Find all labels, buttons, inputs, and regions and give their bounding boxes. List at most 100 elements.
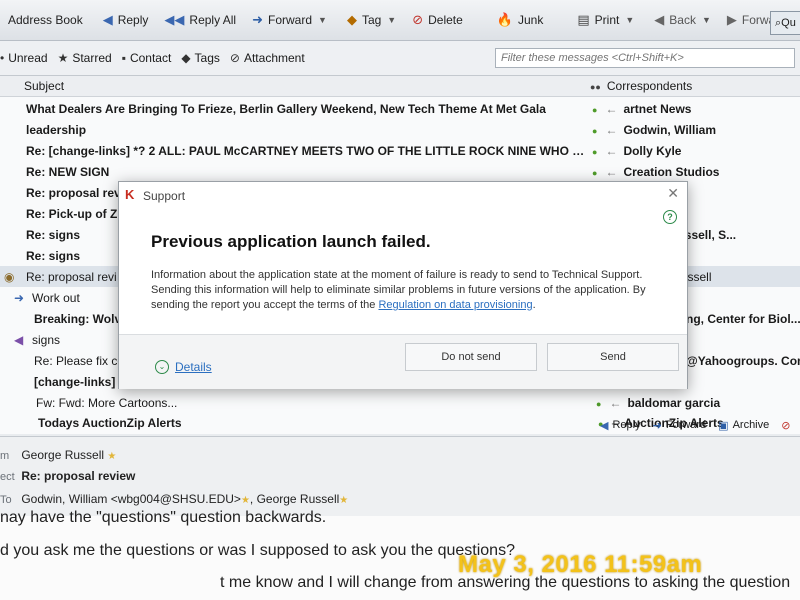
help-icon[interactable]: ? xyxy=(663,210,677,224)
table-row[interactable]: What Dealers Are Bringing To Frieze, Ber… xyxy=(0,98,800,119)
correspondents-column-header[interactable]: ●● Correspondents xyxy=(590,79,692,93)
recipient-1[interactable]: Godwin, William <wbg004@SHSU.EDU> xyxy=(21,492,241,506)
junk-icon: 🔥 xyxy=(496,12,513,27)
forward-dropdown-icon[interactable]: ▼ xyxy=(318,15,327,25)
details-toggle[interactable]: ⌄ Details xyxy=(155,360,212,374)
message-archive-button[interactable]: ▣ Archive xyxy=(718,419,769,432)
filter-messages-input[interactable] xyxy=(495,48,795,68)
star-icon[interactable]: ★ xyxy=(339,495,348,506)
forward-label: Forward xyxy=(268,13,313,27)
contact-filter-button[interactable]: ▪ Contact xyxy=(122,51,172,65)
table-row[interactable]: Re: [change-links] *? 2 ALL: PAUL McCART… xyxy=(0,140,800,161)
message-correspondent: @Yahoogroups. Com xyxy=(686,354,800,368)
from-row: m George Russell ★ xyxy=(0,448,116,462)
forward-arrow-icon: ▶ xyxy=(726,12,737,27)
status-dot-icon: ● xyxy=(592,147,598,157)
reply-button[interactable]: ◀ Reply xyxy=(95,6,157,34)
print-dropdown-icon[interactable]: ▼ xyxy=(625,15,634,25)
reply-all-button[interactable]: ◀◀ Reply All xyxy=(156,6,244,34)
message-reply-button[interactable]: ◀ Reply xyxy=(600,419,641,432)
forwarded-icon: ➜ xyxy=(14,291,25,305)
kaspersky-logo-icon: K xyxy=(125,187,135,202)
tag-dropdown-icon: ▼ xyxy=(387,15,397,25)
dialog-heading: Previous application launch failed. xyxy=(151,232,431,251)
reply-icon: ◀ xyxy=(102,12,113,27)
tag-button[interactable]: ◆ Tag ▼ xyxy=(339,6,404,34)
correspondents-header-label: Correspondents xyxy=(606,79,693,93)
chevron-down-icon: ⌄ xyxy=(155,360,169,374)
dialog-message-end: . xyxy=(532,299,536,311)
send-button[interactable]: Send xyxy=(547,343,679,371)
photo-timestamp: May 3, 2016 11:59am xyxy=(458,551,703,578)
correspondent-text: Dolly Kyle xyxy=(623,144,682,158)
tag-icon: ◆ xyxy=(346,12,357,27)
delete-button[interactable]: ⊘ Delete xyxy=(404,6,471,34)
message-subject: Fw: Fwd: More Cartoons... xyxy=(36,396,178,410)
arrow-icon: ← xyxy=(605,123,618,137)
printer-icon: ▤ xyxy=(577,12,590,27)
address-book-button[interactable]: Address Book xyxy=(0,6,91,34)
correspondent-text: ng, Center for Biol... xyxy=(686,312,800,326)
subject-column-header[interactable]: Subject xyxy=(24,79,64,93)
tags-filter-button[interactable]: ◆ Tags xyxy=(181,51,220,65)
message-delete-button[interactable]: ⊘ xyxy=(781,419,794,432)
junk-label: Junk xyxy=(518,13,544,27)
status-dot-icon: ● xyxy=(592,105,598,115)
reply-label: Reply xyxy=(117,13,149,27)
star-icon[interactable]: ★ xyxy=(241,495,250,506)
message-subject: Re: [change-links] *? 2 ALL: PAUL McCART… xyxy=(26,144,586,158)
message-correspondent: ● ← Creation Studios xyxy=(592,165,800,179)
arrow-icon: ← xyxy=(605,144,618,158)
address-book-label: Address Book xyxy=(8,13,83,27)
message-forward-button[interactable]: ➜ Forward xyxy=(653,419,707,432)
replied-icon: ◀ xyxy=(14,333,24,347)
details-label: Details xyxy=(175,360,212,374)
message-archive-label: Archive xyxy=(732,419,770,431)
dialog-message: Information about the application state … xyxy=(151,268,651,313)
from-label: m xyxy=(0,450,10,462)
back-button[interactable]: ◀ Back ▼ xyxy=(646,6,719,34)
tag-icon: ◆ xyxy=(181,51,191,65)
unread-filter-button[interactable]: • Unread xyxy=(0,51,48,65)
message-correspondent: ● ← Dolly Kyle xyxy=(592,144,800,158)
body-line: d you ask me the questions or was I supp… xyxy=(0,542,515,559)
regulation-link[interactable]: Regulation on data provisioning xyxy=(378,299,532,311)
close-icon[interactable]: ✕ xyxy=(667,185,679,202)
unread-label: Unread xyxy=(8,51,48,65)
reply-all-icon: ◀◀ xyxy=(164,12,185,27)
message-subject: leadership xyxy=(26,123,87,137)
star-icon[interactable]: ★ xyxy=(107,451,116,462)
print-button[interactable]: ▤ Print ▼ xyxy=(569,6,642,34)
message-actions-toolbar: ◀ Reply ➜ Forward ▣ Archive ⊘ xyxy=(600,414,800,436)
correspondent-text: Godwin, William xyxy=(623,123,716,137)
recipient-2[interactable]: , George Russell xyxy=(250,492,339,506)
print-label: Print xyxy=(594,13,620,27)
subject-value: Re: proposal review xyxy=(21,469,136,483)
attachment-label: Attachment xyxy=(243,51,305,65)
table-row[interactable]: leadership ● ← Godwin, William xyxy=(0,119,800,140)
from-value[interactable]: George Russell xyxy=(21,448,104,462)
correspondent-text: @Yahoogroups. Com xyxy=(686,354,800,368)
message-header-pane: m George Russell ★ ect Re: proposal revi… xyxy=(0,436,800,517)
forward-button[interactable]: ➜ Forward ▼ xyxy=(244,6,335,34)
starred-label: Starred xyxy=(72,51,112,65)
do-not-send-button[interactable]: Do not send xyxy=(405,343,537,371)
back-arrow-icon: ◀ xyxy=(654,12,665,27)
back-dropdown-icon[interactable]: ▼ xyxy=(702,15,711,25)
table-row[interactable]: Re: NEW SIGN ● ← Creation Studios xyxy=(0,161,800,182)
table-row[interactable]: Fw: Fwd: More Cartoons... ● ← baldomar gar… xyxy=(0,392,800,413)
quick-filter-bar: • Unread ★ Starred ▪ Contact ◆ Tags ⊘ At… xyxy=(0,41,800,76)
support-dialog: K Support ✕ ? Previous application launc… xyxy=(118,181,688,389)
attachment-filter-button[interactable]: ⊘ Attachment xyxy=(230,51,305,65)
junk-button[interactable]: 🔥 Junk xyxy=(489,6,552,34)
quick-filter-button[interactable]: ⌕ Qu xyxy=(770,11,800,35)
correspondent-text: baldomar garcia xyxy=(627,396,721,410)
to-row: To Godwin, William <wbg004@SHSU.EDU>★, G… xyxy=(0,492,348,506)
forward-icon: ➜ xyxy=(652,419,662,432)
quick-filter-label: Qu xyxy=(781,17,796,29)
starred-filter-button[interactable]: ★ Starred xyxy=(58,51,112,65)
message-correspondent: ● ← artnet News xyxy=(592,102,800,116)
arrow-icon: ← xyxy=(605,165,618,179)
message-correspondent: ● ← Godwin, William xyxy=(592,123,800,137)
message-subject: Re: NEW SIGN xyxy=(26,165,110,179)
